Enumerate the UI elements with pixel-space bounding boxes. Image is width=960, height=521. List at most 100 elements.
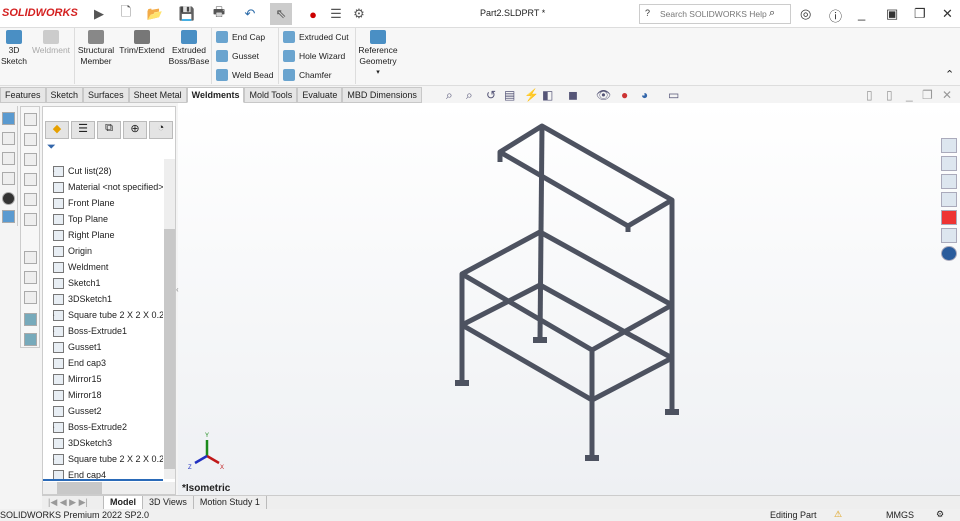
box-select-icon[interactable]: [24, 173, 37, 186]
collapse-ribbon-icon[interactable]: ⌃: [945, 68, 954, 81]
vertical-scrollbar[interactable]: [164, 159, 175, 479]
expand-menu-icon[interactable]: ▶: [90, 5, 108, 23]
expand-arrow-icon[interactable]: ▸: [53, 327, 55, 335]
weldment-button[interactable]: Weldment: [30, 28, 72, 56]
help-button-icon[interactable]: ⓘ: [829, 6, 842, 25]
new-icon[interactable]: 🗋: [117, 4, 135, 23]
tab-navigation-arrows[interactable]: |◀ ◀ ▶ ▶|: [42, 496, 104, 509]
appearance-icon[interactable]: ●: [621, 88, 628, 102]
coordinate-system-icon[interactable]: [2, 152, 15, 165]
restore-icon[interactable]: ❐: [914, 6, 926, 22]
tree-item[interactable]: ▸ Cut list(28): [53, 163, 163, 179]
horizontal-scrollbar[interactable]: [43, 482, 175, 494]
tab-weldments[interactable]: Weldments: [186, 87, 245, 103]
mate-reference-icon[interactable]: [2, 210, 15, 223]
units-selector[interactable]: MMGS: [886, 510, 914, 520]
resources-icon[interactable]: [941, 156, 957, 171]
sketch-select-icon[interactable]: [24, 251, 37, 264]
pin-icon[interactable]: ▣: [886, 6, 898, 22]
tab-model[interactable]: Model: [104, 496, 143, 509]
tree-item[interactable]: ▸ Square tube 2 X 2 X 0.25(1): [53, 307, 163, 323]
tab-sheet-metal[interactable]: Sheet Metal: [128, 87, 187, 103]
close-icon[interactable]: ✕: [942, 6, 953, 22]
tree-item[interactable]: Gusset2: [53, 403, 163, 419]
trim-extend-button[interactable]: Trim/Extend: [118, 28, 166, 56]
undo-icon[interactable]: ↶: [241, 5, 259, 23]
tab-evaluate[interactable]: Evaluate: [297, 87, 343, 103]
3d-sketch-button[interactable]: 3D Sketch: [0, 28, 28, 67]
screen-capture-icon[interactable]: [24, 291, 37, 304]
tab-3d-views[interactable]: 3D Views: [143, 496, 194, 509]
tab-sketch[interactable]: Sketch: [45, 87, 84, 103]
box-select-icon[interactable]: [24, 213, 37, 226]
tree-item[interactable]: Gusset1: [53, 339, 163, 355]
tree-item[interactable]: Mirror18: [53, 387, 163, 403]
tree-item[interactable]: Origin: [53, 243, 163, 259]
file-properties-icon[interactable]: ☰: [327, 5, 345, 23]
minimize-icon[interactable]: _: [858, 6, 865, 21]
select-icon[interactable]: ⇖: [270, 3, 292, 25]
weld-bead-button[interactable]: Weld Bead: [216, 66, 273, 84]
tree-item[interactable]: Sketch1: [53, 275, 163, 291]
viewport-close-icon[interactable]: ✕: [942, 88, 952, 102]
custom-properties-icon[interactable]: [941, 228, 957, 243]
user-icon[interactable]: ◎: [800, 6, 811, 22]
appearances-icon[interactable]: [941, 210, 957, 225]
rebuild-warning-icon[interactable]: ⚠: [834, 509, 842, 520]
edit-icon[interactable]: [24, 271, 37, 284]
point-icon[interactable]: [2, 172, 15, 185]
tree-item[interactable]: 3DSketch3: [53, 435, 163, 451]
tab-mold-tools[interactable]: Mold Tools: [244, 87, 298, 103]
tab-motion-study[interactable]: Motion Study 1: [194, 496, 267, 509]
extruded-cut-button[interactable]: Extruded Cut: [283, 28, 349, 46]
expand-arrow-icon[interactable]: ▸: [53, 455, 55, 463]
dimxpert-tab-icon[interactable]: ⊕: [123, 121, 147, 139]
reference-geometry-button[interactable]: Reference Geometry ▾: [357, 28, 399, 78]
open-icon[interactable]: 📂: [146, 5, 164, 23]
tree-item[interactable]: Mirror15: [53, 371, 163, 387]
scene-icon[interactable]: ◕: [641, 88, 648, 102]
chamfer-button[interactable]: Chamfer: [283, 66, 332, 84]
customize-icon[interactable]: ⚙: [936, 509, 944, 520]
tab-surfaces[interactable]: Surfaces: [83, 87, 129, 103]
structural-member-button[interactable]: Structural Member: [76, 28, 116, 67]
save-icon[interactable]: 💾: [178, 5, 196, 23]
box-select-icon[interactable]: [24, 153, 37, 166]
home-icon[interactable]: [941, 138, 957, 153]
tree-item[interactable]: ▸ Square tube 2 X 2 X 0.25(2): [53, 451, 163, 467]
paste-icon[interactable]: [24, 333, 37, 346]
previous-view-icon[interactable]: ↺: [486, 88, 496, 102]
split-left-icon[interactable]: ▯: [866, 88, 873, 102]
propertymanager-tab-icon[interactable]: ☰: [71, 121, 95, 139]
expand-arrow-icon[interactable]: ▸: [53, 311, 55, 319]
options-icon[interactable]: ⚙: [350, 5, 368, 23]
graphics-area[interactable]: Y X Z *Isometric: [178, 103, 960, 495]
rebuild-icon[interactable]: ●: [304, 5, 322, 23]
plane-icon[interactable]: [2, 112, 15, 125]
display-style-icon[interactable]: ◼: [568, 88, 578, 102]
split-right-icon[interactable]: ▯: [886, 88, 893, 102]
tree-item[interactable]: 3DSketch1: [53, 291, 163, 307]
section-view-icon[interactable]: ▤: [504, 88, 515, 102]
panel-collapse-icon[interactable]: ‹: [176, 285, 179, 294]
expand-arrow-icon[interactable]: ▸: [53, 167, 55, 175]
dynamic-annotation-icon[interactable]: ⚡: [524, 88, 539, 102]
view-orientation-icon[interactable]: ◧: [542, 88, 553, 102]
configuration-tab-icon[interactable]: ⧉: [97, 121, 121, 139]
view-settings-icon[interactable]: ▭: [668, 88, 679, 102]
tab-mbd-dimensions[interactable]: MBD Dimensions: [342, 87, 422, 103]
search-icon[interactable]: ⌕: [769, 7, 775, 20]
tree-item[interactable]: Top Plane: [53, 211, 163, 227]
viewport-restore-icon[interactable]: ❐: [922, 88, 933, 102]
box-select-icon[interactable]: [24, 133, 37, 146]
copy-icon[interactable]: [24, 313, 37, 326]
expand-arrow-icon[interactable]: ▸: [53, 423, 55, 431]
tree-item[interactable]: ▸ Boss-Extrude2: [53, 419, 163, 435]
viewport-minimize-icon[interactable]: _: [906, 88, 913, 102]
hide-show-icon[interactable]: 👁: [596, 88, 611, 102]
zoom-to-fit-icon[interactable]: ⌕: [446, 88, 453, 103]
tree-item[interactable]: Right Plane: [53, 227, 163, 243]
end-cap-button[interactable]: End Cap: [216, 28, 265, 46]
gusset-button[interactable]: Gusset: [216, 47, 259, 65]
box-select-icon[interactable]: [24, 193, 37, 206]
